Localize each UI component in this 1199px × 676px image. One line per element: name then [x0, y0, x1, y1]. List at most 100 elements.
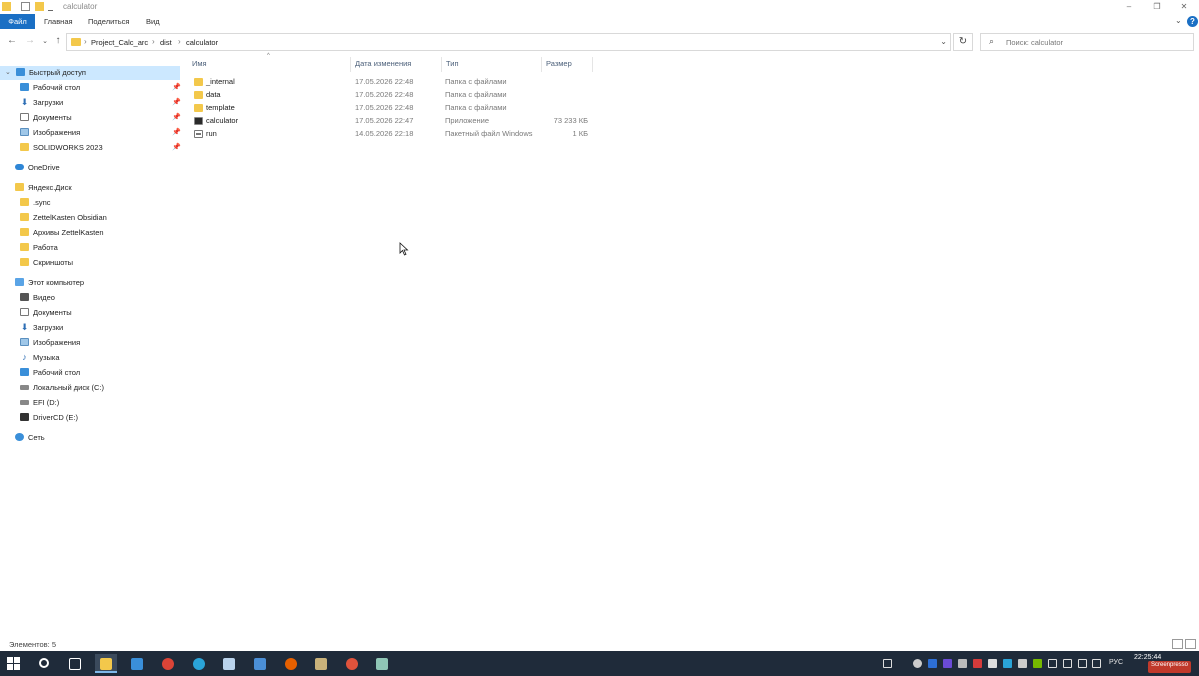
tab-file[interactable]: Файл	[0, 14, 35, 29]
sidebar-item-videos[interactable]: Видео	[20, 291, 55, 305]
chevron-down-icon[interactable]: ⌄	[940, 37, 947, 46]
sidebar-item-pc-pictures[interactable]: Изображения	[20, 336, 80, 350]
file-row[interactable]: run 14.05.2026 22:18 Пакетный файл Windo…	[190, 127, 595, 140]
sidebar-item-zettelkasten-obsidian[interactable]: ZettelKasten Obsidian	[20, 211, 107, 225]
sidebar-item-quick-access[interactable]: ⌄ Быстрый доступ	[0, 66, 180, 80]
sidebar-item-zettelkasten-archive[interactable]: Архивы ZettelKasten	[20, 226, 104, 240]
sidebar-item-this-pc[interactable]: Этот компьютер	[15, 276, 84, 290]
close-button[interactable]: ✕	[1169, 0, 1199, 14]
breadcrumb-item[interactable]: calculator	[186, 38, 218, 47]
back-arrow-icon[interactable]: ←	[6, 35, 18, 46]
tab-view[interactable]: Вид	[137, 14, 169, 29]
telegram-icon[interactable]	[1003, 659, 1012, 668]
pictures-icon	[20, 338, 29, 347]
customize-toolbar-icon[interactable]	[48, 2, 53, 11]
large-icons-view-icon[interactable]	[1185, 639, 1196, 649]
solidworks-icon[interactable]	[249, 654, 271, 673]
sidebar-item-label: Локальный диск (C:)	[33, 383, 104, 392]
breadcrumb-item[interactable]: dist	[160, 38, 172, 47]
column-divider[interactable]	[592, 57, 593, 72]
column-divider[interactable]	[350, 57, 351, 72]
network-icon[interactable]	[1048, 659, 1057, 668]
search-icon: ⌕	[989, 36, 995, 46]
nvidia-icon[interactable]	[1033, 659, 1042, 668]
keyboard-icon[interactable]	[883, 659, 892, 668]
restore-button[interactable]: ❐	[1142, 0, 1172, 14]
sidebar-item-downloads[interactable]: ⬇ Загрузки	[20, 96, 63, 110]
sidebar-item-music[interactable]: ♪ Музыка	[20, 351, 59, 365]
sidebar-item-desktop[interactable]: Рабочий стол	[20, 81, 80, 95]
sidebar-item-network[interactable]: Сеть	[15, 431, 45, 445]
file-row[interactable]: data 17.05.2026 22:48 Папка с файлами	[190, 88, 595, 101]
volume-icon[interactable]	[1063, 659, 1072, 668]
sidebar-item-drive-c[interactable]: Локальный диск (C:)	[20, 381, 104, 395]
sidebar-item-yandex-disk[interactable]: Яндекс.Диск	[15, 181, 72, 195]
sidebar-item-pc-desktop[interactable]: Рабочий стол	[20, 366, 80, 380]
mail-icon[interactable]	[126, 654, 148, 673]
drive-icon	[20, 399, 29, 405]
language-indicator[interactable]: РУС	[1109, 659, 1123, 666]
recent-locations-icon[interactable]: ⌄	[39, 37, 51, 45]
task-view-icon[interactable]	[64, 654, 86, 673]
desktop-icon	[20, 83, 29, 92]
notes-icon[interactable]	[371, 654, 393, 673]
file-row[interactable]: calculator 17.05.2026 22:47 Приложение 7…	[190, 114, 595, 127]
up-arrow-icon[interactable]: ↑	[52, 35, 64, 46]
folder-icon	[20, 213, 29, 222]
display-icon[interactable]	[1078, 659, 1087, 668]
sidebar-item-onedrive[interactable]: OneDrive	[15, 161, 60, 175]
chrome-icon[interactable]	[157, 654, 179, 673]
help-icon[interactable]: ?	[1187, 16, 1198, 27]
documents-icon	[20, 113, 29, 122]
sidebar-item-pc-downloads[interactable]: ⬇ Загрузки	[20, 321, 63, 335]
tray-app-icon[interactable]	[1018, 659, 1027, 668]
sidebar-item-drive-d[interactable]: EFI (D:)	[20, 396, 59, 410]
tray-app-icon[interactable]	[943, 659, 952, 668]
search-icon[interactable]	[34, 654, 56, 673]
sidebar-item-solidworks[interactable]: SOLIDWORKS 2023	[20, 141, 103, 155]
search-input[interactable]: ⌕ Поиск: calculator	[980, 33, 1194, 51]
notepad-icon[interactable]	[218, 654, 240, 673]
sidebar-item-pictures[interactable]: Изображения	[20, 126, 80, 140]
sidebar-item-screenshots[interactable]: Скриншоты	[20, 256, 73, 270]
tray-app-icon[interactable]	[913, 659, 922, 668]
properties-icon[interactable]	[21, 2, 30, 11]
windows-start-icon[interactable]	[7, 657, 20, 670]
sidebar-item-pc-documents[interactable]: Документы	[20, 306, 72, 320]
sidebar-item-documents[interactable]: Документы	[20, 111, 72, 125]
wifi-icon[interactable]	[1092, 659, 1101, 668]
breadcrumb-item[interactable]: Project_Calc_arc	[91, 38, 148, 47]
app-icon[interactable]	[341, 654, 363, 673]
edge-icon[interactable]	[188, 654, 210, 673]
column-header-size[interactable]: Размер	[546, 59, 572, 71]
column-divider[interactable]	[541, 57, 542, 72]
column-header-name[interactable]: Имя	[192, 59, 207, 71]
sidebar-item-drive-e[interactable]: DriverCD (E:)	[20, 411, 78, 425]
new-folder-icon[interactable]	[35, 2, 44, 11]
minimize-button[interactable]: –	[1114, 0, 1144, 14]
store-icon[interactable]	[310, 654, 332, 673]
tab-home[interactable]: Главная	[35, 14, 82, 29]
computer-icon	[15, 278, 24, 287]
column-divider[interactable]	[441, 57, 442, 72]
file-row[interactable]: template 17.05.2026 22:48 Папка с файлам…	[190, 101, 595, 114]
pin-icon: 📌	[172, 99, 181, 106]
sidebar-item-sync[interactable]: .sync	[20, 196, 51, 210]
file-explorer-icon[interactable]	[95, 654, 117, 673]
bluetooth-icon[interactable]	[928, 659, 937, 668]
file-row[interactable]: _internal 17.05.2026 22:48 Папка с файла…	[190, 75, 595, 88]
tray-app-icon[interactable]	[958, 659, 967, 668]
expand-arrow-icon[interactable]: ⌄	[5, 66, 11, 80]
tray-app-icon[interactable]	[988, 659, 997, 668]
column-header-date[interactable]: Дата изменения	[355, 59, 411, 71]
tab-share[interactable]: Поделиться	[79, 14, 138, 29]
ribbon-expand-icon[interactable]: ⌄	[1175, 16, 1182, 25]
forward-arrow-icon[interactable]: →	[24, 35, 36, 46]
refresh-button[interactable]: ↻	[953, 33, 973, 51]
sidebar-item-work[interactable]: Работа	[20, 241, 58, 255]
details-view-icon[interactable]	[1172, 639, 1183, 649]
firefox-icon[interactable]	[280, 654, 302, 673]
tray-app-icon[interactable]	[973, 659, 982, 668]
address-bar[interactable]: › Project_Calc_arc › dist › calculator ⌄	[66, 33, 951, 51]
column-header-type[interactable]: Тип	[446, 59, 459, 71]
